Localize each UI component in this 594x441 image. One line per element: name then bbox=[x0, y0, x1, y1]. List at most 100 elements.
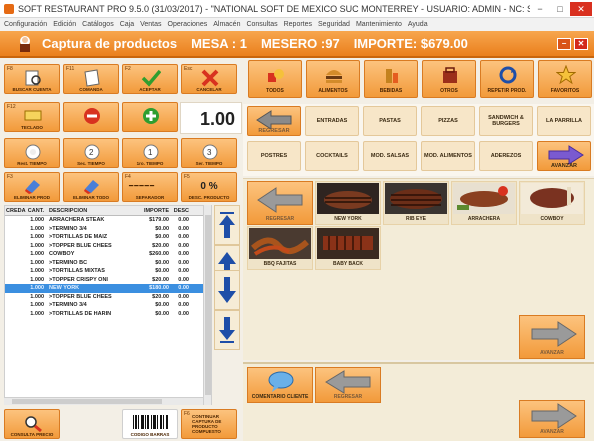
menu-item-ventas[interactable]: Ventas bbox=[140, 21, 161, 28]
menu-item-operaciones[interactable]: Operaciones bbox=[168, 21, 208, 28]
key-label: Esc bbox=[184, 66, 193, 72]
table-row[interactable]: 1.000 >TOPPER BLUE CHEES $20.00 0.00 bbox=[5, 242, 211, 251]
subcategory-mod-alimentos[interactable]: MOD. ALIMENTOS bbox=[421, 141, 475, 171]
product-new-york[interactable]: NEW YORK bbox=[315, 181, 381, 225]
menu-item-configuracion[interactable]: Configuración bbox=[4, 21, 47, 28]
category-repetir-prod[interactable]: REPETIR PROD. bbox=[480, 60, 534, 98]
rest-time-button[interactable]: Rest. TIEMPO bbox=[4, 138, 60, 168]
table-row[interactable]: 1.000 >TERMINO 3/4 $0.00 0.00 bbox=[5, 225, 211, 234]
plate-icon: 3 bbox=[202, 144, 218, 160]
order-grid[interactable]: CREDA CANT. DESCRIPCION IMPORTE DESC 1.0… bbox=[4, 205, 212, 405]
product-rib-eye[interactable]: RIB EYE bbox=[383, 181, 449, 225]
subcategory-pizzas[interactable]: PIZZAS bbox=[421, 106, 475, 136]
subcategory-back-button[interactable]: REGRESAR bbox=[247, 106, 301, 136]
grid-vertical-scrollbar[interactable] bbox=[203, 205, 211, 405]
steak-photo-icon bbox=[385, 183, 447, 214]
modifier-back-button[interactable]: REGRESAR bbox=[315, 367, 381, 403]
product-forward-button[interactable]: AVANZAR bbox=[519, 315, 585, 359]
table-row[interactable]: 1.000 >TORTILLAS DE MAIZ $0.00 0.00 bbox=[5, 233, 211, 242]
price-lookup-button[interactable]: CONSULTA PRECIO bbox=[4, 409, 60, 439]
col-description[interactable]: DESCRIPCION bbox=[47, 206, 129, 215]
subcategory-entradas[interactable]: ENTRADAS bbox=[305, 106, 359, 136]
menu-item-reportes[interactable]: Reportes bbox=[284, 21, 312, 28]
category-alimentos[interactable]: ALIMENTOS bbox=[306, 60, 360, 98]
col-amount[interactable]: IMPORTE bbox=[129, 206, 171, 215]
table-row[interactable]: 1.000 >TORTILLAS DE HARIN $0.00 0.00 bbox=[5, 310, 211, 319]
category-label: REPETIR PROD. bbox=[487, 88, 527, 94]
col-quantity[interactable]: CANT. bbox=[25, 206, 47, 215]
category-favoritos[interactable]: FAVORITOS bbox=[538, 60, 592, 98]
subcategory-aderezos[interactable]: ADEREZOS bbox=[479, 141, 533, 171]
customer-comment-button[interactable]: COMENTARIO CLIENTE bbox=[247, 367, 313, 403]
first-time-button[interactable]: 1 1ro. TIEMPO bbox=[122, 138, 178, 168]
menu-item-edicion[interactable]: Edición bbox=[53, 21, 76, 28]
close-window-button[interactable]: ✕ bbox=[570, 1, 592, 16]
increase-quantity-button[interactable] bbox=[122, 102, 178, 132]
app-icon bbox=[4, 3, 14, 14]
maximize-window-button[interactable]: □ bbox=[550, 4, 570, 14]
button-label: REGRESAR bbox=[265, 216, 295, 222]
category-bebidas[interactable]: BEBIDAS bbox=[364, 60, 418, 98]
grid-horizontal-scrollbar[interactable] bbox=[4, 397, 203, 405]
category-todos[interactable]: TODOS bbox=[248, 60, 302, 98]
menu-item-ayuda[interactable]: Ayuda bbox=[408, 21, 428, 28]
modifier-forward-button[interactable]: AVANZAR bbox=[519, 400, 585, 438]
menu-item-caja[interactable]: Caja bbox=[120, 21, 134, 28]
scroll-bottom-button[interactable] bbox=[214, 310, 240, 350]
serve-time-button[interactable]: 3 Ser. TIEMPO bbox=[181, 138, 237, 168]
steak-photo-icon bbox=[453, 183, 515, 214]
menu-item-almacen[interactable]: Almacén bbox=[213, 21, 240, 28]
menu-item-mantenimiento[interactable]: Mantenimiento bbox=[356, 21, 402, 28]
close-capture-button[interactable]: ✕ bbox=[574, 38, 588, 50]
window-title: SOFT RESTAURANT PRO 9.5.0 (31/03/2017) -… bbox=[18, 3, 530, 14]
minimize-capture-button[interactable]: − bbox=[557, 38, 571, 50]
delete-product-button[interactable]: F3 ELIMINAR PROD bbox=[4, 172, 60, 202]
col-discount[interactable]: DESC bbox=[171, 206, 191, 215]
product-discount-button[interactable]: F5 0 % DESC. PRODUCTO bbox=[181, 172, 237, 202]
accept-button[interactable]: F2 ACEPTAR bbox=[122, 64, 178, 94]
continue-compound-capture-button[interactable]: F6 CONTINUAR CAPTURA DE PRODUCTO COMPUES… bbox=[181, 409, 237, 439]
subcategory-postres[interactable]: POSTRES bbox=[247, 141, 301, 171]
product-arrachera[interactable]: ARRACHERA bbox=[451, 181, 517, 225]
product-cowboy[interactable]: COWBOY bbox=[519, 181, 585, 225]
cancel-button[interactable]: Esc CANCELAR bbox=[181, 64, 237, 94]
delete-all-button[interactable]: ELIMINAR TODO bbox=[63, 172, 119, 202]
menu-item-catalogos[interactable]: Catálogos bbox=[82, 21, 114, 28]
second-time-button[interactable]: 2 Sec. TIEMPO bbox=[63, 138, 119, 168]
product-bbq-fajitas[interactable]: BBQ FAJITAS bbox=[247, 226, 313, 270]
scroll-down-button[interactable] bbox=[214, 270, 240, 310]
table-row[interactable]: 1.000 >TORTILLAS MIXTAS $0.00 0.00 bbox=[5, 267, 211, 276]
button-label: TECLADO bbox=[21, 125, 43, 130]
subcategory-sandwich-burgers[interactable]: SANDWICH & BURGERS bbox=[479, 106, 533, 136]
product-baby-back[interactable]: BABY BACK bbox=[315, 226, 381, 270]
keyboard-button[interactable]: F12 TECLADO bbox=[4, 102, 60, 132]
table-row[interactable]: 1.000 >TERMINO BC $0.00 0.00 bbox=[5, 259, 211, 268]
col-creda[interactable]: CREDA bbox=[5, 206, 26, 215]
table-row[interactable]: 1.000 >TOPPER BLUE CHEES $20.00 0.00 bbox=[5, 293, 211, 302]
subcategory-forward-button[interactable]: AVANZAR bbox=[537, 141, 591, 171]
subcategory-la-parrilla[interactable]: LA PARRILLA bbox=[537, 106, 591, 136]
subcategory-cocktails[interactable]: COCKTAILS bbox=[305, 141, 359, 171]
menu-item-seguridad[interactable]: Seguridad bbox=[318, 21, 350, 28]
table-row[interactable]: 1.000 >TERMINO 3/4 $0.00 0.00 bbox=[5, 301, 211, 310]
subcategory-pastas[interactable]: PASTAS bbox=[363, 106, 417, 136]
minimize-window-button[interactable]: − bbox=[530, 4, 550, 14]
separator-button[interactable]: F4 ━━━━━ SEPARADOR bbox=[122, 172, 178, 202]
scroll-thumb[interactable] bbox=[205, 215, 211, 395]
subcategory-mod-salsas[interactable]: MOD. SALSAS bbox=[363, 141, 417, 171]
grid-header: CREDA CANT. DESCRIPCION IMPORTE DESC bbox=[5, 206, 211, 216]
table-row-selected[interactable]: 1.000 NEW YORK $180.00 0.00 bbox=[5, 284, 211, 293]
decrease-quantity-button[interactable] bbox=[63, 102, 119, 132]
product-back-button[interactable]: REGRESAR bbox=[247, 181, 313, 225]
category-otros[interactable]: OTROS bbox=[422, 60, 476, 98]
table-row[interactable]: 1.000 ARRACHERA STEAK $179.00 0.00 bbox=[5, 216, 211, 225]
search-account-button[interactable]: F8 BUSCAR CUENTA bbox=[4, 64, 60, 94]
table-row[interactable]: 1.000 COWBOY $260.00 0.00 bbox=[5, 250, 211, 259]
comanda-button[interactable]: F11 COMANDA bbox=[63, 64, 119, 94]
table-row[interactable]: 1.000 >TOPPER CRISPY ONI $20.00 0.00 bbox=[5, 276, 211, 285]
scroll-thumb[interactable] bbox=[12, 399, 162, 404]
cancel-x-icon bbox=[201, 69, 219, 87]
scroll-top-button[interactable] bbox=[214, 205, 240, 245]
menu-item-consultas[interactable]: Consultas bbox=[246, 21, 277, 28]
barcode-button[interactable]: CODIGO BARRAS bbox=[122, 409, 178, 439]
